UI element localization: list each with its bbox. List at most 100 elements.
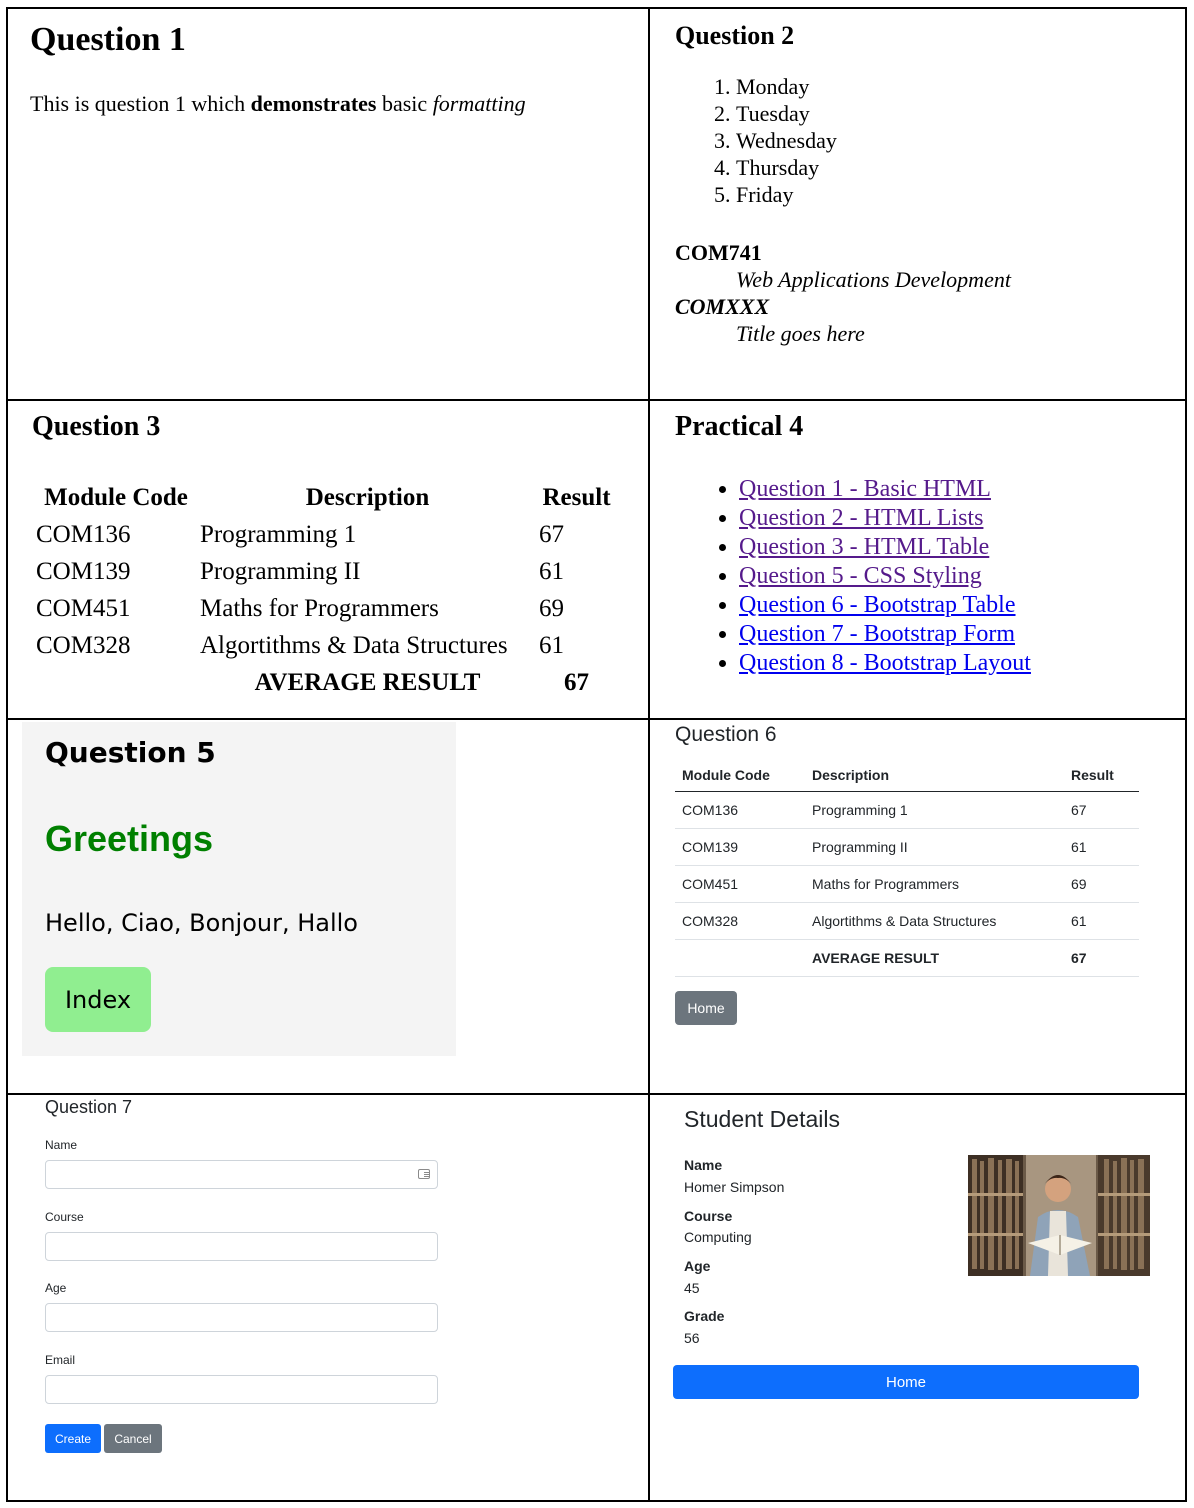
home-button[interactable]: Home xyxy=(673,1365,1139,1399)
cell-result: 61 xyxy=(539,631,564,659)
header-description: Description xyxy=(805,758,1064,792)
course-label: Course xyxy=(45,1210,84,1224)
list-item: Question 2 - HTML Lists xyxy=(739,504,1031,533)
question-3-panel: Question 3 Module Code Description Resul… xyxy=(8,401,648,718)
table-row: COM139 Programming II 61 xyxy=(675,828,1139,866)
cell-empty xyxy=(36,664,196,701)
link-question-5[interactable]: Question 5 - CSS Styling xyxy=(739,563,982,589)
age-input[interactable] xyxy=(45,1303,438,1332)
definition-term: COM741 xyxy=(675,240,762,265)
cell-description: Maths for Programmers xyxy=(200,594,439,622)
greetings-text: Hello, Ciao, Bonjour, Hallo xyxy=(45,909,358,937)
question-links-list: Question 1 - Basic HTML Question 2 - HTM… xyxy=(714,475,1031,678)
link-question-1[interactable]: Question 1 - Basic HTML xyxy=(739,476,991,502)
cell-description: Algortithms & Data Structures xyxy=(200,631,508,659)
average-value: 67 xyxy=(1064,939,1139,977)
question-1-panel: Question 1 This is question 1 which demo… xyxy=(8,9,648,399)
student-details-title: Student Details xyxy=(684,1106,840,1132)
email-input[interactable] xyxy=(45,1375,438,1404)
cell-description: Programming 1 xyxy=(200,520,357,548)
list-item: Question 6 - Bootstrap Table xyxy=(739,591,1031,620)
results-table: Module Code Description Result COM136 Pr… xyxy=(32,479,618,701)
list-item: Question 5 - CSS Styling xyxy=(739,562,1031,591)
age-label: Age xyxy=(684,1258,711,1274)
header-module-code: Module Code xyxy=(44,483,188,511)
list-item: Question 3 - HTML Table xyxy=(739,533,1031,562)
link-question-7[interactable]: Question 7 - Bootstrap Form xyxy=(739,621,1015,647)
definition-term: COMXXX xyxy=(675,294,770,319)
link-question-8[interactable]: Question 8 - Bootstrap Layout xyxy=(739,650,1031,676)
cell-description: Algortithms & Data Structures xyxy=(805,902,1064,940)
average-row: AVERAGE RESULT 67 xyxy=(675,939,1139,977)
header-result: Result xyxy=(542,483,611,511)
cell-result: 61 xyxy=(1064,828,1139,866)
list-item: Friday xyxy=(736,181,837,208)
question-7-panel: Question 7 Name Course Age Email Create … xyxy=(8,1095,648,1500)
table-row: COM136 Programming 1 67 xyxy=(36,516,614,553)
cell-code: COM139 xyxy=(36,557,131,585)
question-5-panel: Question 5 Greetings Hello, Ciao, Bonjou… xyxy=(8,720,648,1093)
question-3-title: Question 3 xyxy=(32,411,161,442)
cell-description: Maths for Programmers xyxy=(805,865,1064,903)
list-item: Thursday xyxy=(736,154,837,181)
cell-code: COM136 xyxy=(36,520,131,548)
module-definition-list: COM741 Web Applications Development COMX… xyxy=(675,239,1011,347)
average-value: 67 xyxy=(564,668,589,696)
home-button[interactable]: Home xyxy=(675,991,737,1025)
index-button[interactable]: Index xyxy=(45,967,151,1032)
link-question-6[interactable]: Question 6 - Bootstrap Table xyxy=(739,592,1016,618)
create-button[interactable]: Create xyxy=(45,1424,101,1453)
cell-result: 69 xyxy=(1064,865,1139,903)
table-header-row: Module Code Description Result xyxy=(36,479,614,516)
table-row: COM139 Programming II 61 xyxy=(36,553,614,590)
question-1-text: This is question 1 which demonstrates ba… xyxy=(30,91,526,117)
contact-card-icon xyxy=(418,1169,430,1179)
bootstrap-results-table: Module Code Description Result COM136 Pr… xyxy=(675,758,1139,977)
student-details-panel: Student Details Name Homer Simpson Cours… xyxy=(650,1095,1185,1500)
question-7-title: Question 7 xyxy=(45,1097,133,1117)
link-question-2[interactable]: Question 2 - HTML Lists xyxy=(739,505,983,531)
name-label: Name xyxy=(684,1157,723,1173)
cell-result: 67 xyxy=(539,520,564,548)
cell-description: Programming II xyxy=(805,828,1064,866)
student-photo xyxy=(968,1155,1150,1276)
days-list: Monday Tuesday Wednesday Thursday Friday xyxy=(712,73,837,208)
course-input[interactable] xyxy=(45,1232,438,1261)
list-item: Monday xyxy=(736,73,837,100)
question-1-title: Question 1 xyxy=(30,21,186,58)
question-6-title: Question 6 xyxy=(675,723,777,746)
cell-result: 67 xyxy=(1064,791,1139,829)
question-2-title: Question 2 xyxy=(675,21,795,50)
cell-description: Programming II xyxy=(200,557,361,585)
practical-4-title: Practical 4 xyxy=(675,411,804,442)
table-row: COM328 Algortithms & Data Structures 61 xyxy=(675,902,1139,940)
cell-result: 69 xyxy=(539,594,564,622)
cell-code: COM139 xyxy=(675,828,805,866)
name-input[interactable] xyxy=(45,1160,438,1189)
name-label: Name xyxy=(45,1138,78,1152)
cell-empty xyxy=(675,939,805,977)
header-module-code: Module Code xyxy=(675,758,805,792)
text-plain-2: basic xyxy=(376,91,433,116)
name-value: Homer Simpson xyxy=(684,1179,785,1195)
link-question-3[interactable]: Question 3 - HTML Table xyxy=(739,534,989,560)
greetings-heading: Greetings xyxy=(45,818,214,859)
cell-code: COM451 xyxy=(36,594,131,622)
table-row: COM328 Algortithms & Data Structures 61 xyxy=(36,627,614,664)
table-row: COM451 Maths for Programmers 69 xyxy=(675,865,1139,903)
text-italic: formatting xyxy=(432,91,526,116)
table-header-row: Module Code Description Result xyxy=(675,758,1139,792)
text-plain: This is question 1 which xyxy=(30,91,251,116)
cell-code: COM451 xyxy=(675,865,805,903)
grid-bottom-border xyxy=(6,1500,1187,1502)
grid-right-border xyxy=(1185,7,1187,1502)
cell-code: COM328 xyxy=(675,902,805,940)
practical-4-panel: Practical 4 Question 1 - Basic HTML Ques… xyxy=(650,401,1185,718)
definition-desc: Web Applications Development xyxy=(736,267,1011,292)
cell-code: COM328 xyxy=(36,631,131,659)
cancel-button[interactable]: Cancel xyxy=(104,1424,162,1453)
average-label: AVERAGE RESULT xyxy=(254,668,481,696)
question-5-title: Question 5 xyxy=(45,736,216,769)
list-item: Tuesday xyxy=(736,100,837,127)
question-6-panel: Question 6 Module Code Description Resul… xyxy=(650,720,1185,1093)
